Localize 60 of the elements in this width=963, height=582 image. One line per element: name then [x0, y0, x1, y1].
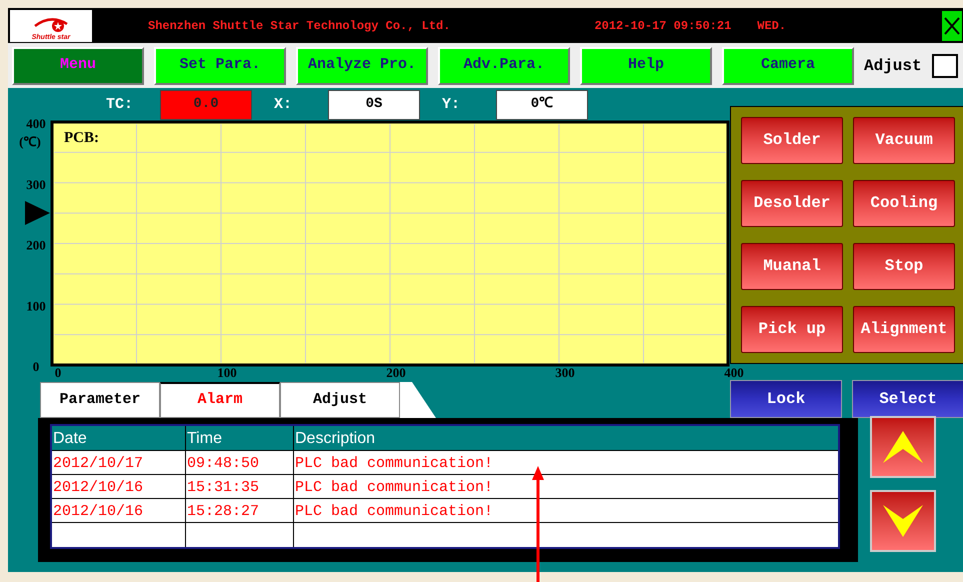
- tab[interactable]: Parameter: [40, 382, 160, 418]
- action-button[interactable]: Desolder: [741, 180, 843, 227]
- x-tick-label: 100: [217, 364, 237, 380]
- table-cell: 2012/10/16: [52, 502, 144, 520]
- tab-corner-icon: [400, 382, 436, 418]
- nav-button[interactable]: Adv.Para.: [438, 46, 570, 85]
- table-cell: 15:31:35: [186, 478, 260, 496]
- action-button[interactable]: Vacuum: [853, 116, 955, 164]
- close-icon: [943, 14, 961, 37]
- y-tick-label: 100: [26, 298, 46, 314]
- table-cell: PLC bad communication!: [294, 454, 494, 472]
- action-button[interactable]: Cooling: [853, 180, 955, 227]
- adjust-label: Adjust: [864, 56, 922, 77]
- column-header: Date: [52, 426, 186, 450]
- x-tick-label: 300: [555, 364, 575, 380]
- scroll-up-button[interactable]: [870, 416, 936, 478]
- action-button[interactable]: Stop: [853, 242, 955, 290]
- chart-title: PCB:: [64, 130, 99, 146]
- action-button[interactable]: Pick up: [741, 306, 843, 353]
- table-cell: 15:28:27: [186, 502, 260, 520]
- chevron-up-icon: [883, 430, 923, 463]
- column-header: Description: [294, 428, 376, 449]
- action-button[interactable]: Muanal: [741, 242, 843, 290]
- scroll-down-button[interactable]: [870, 490, 936, 552]
- action-button[interactable]: Alignment: [853, 306, 955, 353]
- nav-button[interactable]: Analyze Pro.: [296, 46, 428, 85]
- action-button[interactable]: Solder: [741, 116, 843, 164]
- weekday: WED.: [757, 18, 786, 35]
- x-tick-label: 200: [386, 364, 406, 380]
- y-tick-label: 200: [26, 237, 46, 252]
- table-cell: 2012/10/17: [52, 454, 144, 472]
- table-cell: PLC bad communication!: [294, 478, 494, 496]
- adjust-checkbox[interactable]: [932, 54, 958, 78]
- date-time: 2012-10-17 09:50:21: [594, 18, 732, 35]
- x-tick-label: 400: [724, 364, 744, 380]
- y-tick-label: 400: [26, 116, 46, 131]
- x-tick-label: 0: [54, 364, 62, 380]
- tab[interactable]: Alarm: [160, 382, 280, 418]
- column-header: Time: [186, 426, 294, 450]
- nav-button[interactable]: Set Para.: [154, 46, 286, 85]
- y-tick-label: 0: [32, 358, 40, 374]
- readout-label: X:: [274, 94, 294, 115]
- readout-value: 0℃: [496, 90, 588, 120]
- side-button[interactable]: Lock: [730, 380, 842, 418]
- chevron-down-icon: [883, 504, 923, 537]
- table-cell: 2012/10/16: [52, 478, 144, 496]
- readout-value: 0.0: [160, 90, 252, 120]
- y-axis-unit: (℃): [19, 134, 41, 149]
- nav-button[interactable]: Help: [580, 46, 712, 85]
- company-name: Shenzhen Shuttle Star Technology Co., Ltd.: [148, 18, 450, 35]
- table-cell: PLC bad communication!: [294, 502, 494, 520]
- pointer-triangle-icon: [25, 200, 50, 225]
- readout-label: Y:: [442, 94, 462, 115]
- close-button[interactable]: [941, 10, 963, 42]
- readout-label: TC:: [106, 94, 134, 115]
- side-button[interactable]: Select: [852, 380, 963, 418]
- readout-value: 0S: [328, 90, 420, 120]
- table-cell: 09:48:50: [186, 454, 260, 472]
- y-tick-label: 300: [26, 176, 46, 192]
- nav-button[interactable]: Camera: [722, 46, 854, 85]
